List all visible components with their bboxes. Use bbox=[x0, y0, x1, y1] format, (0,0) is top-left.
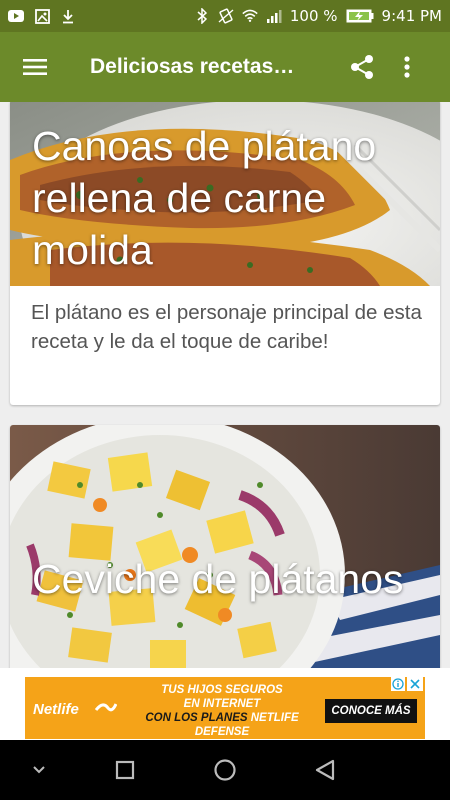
ad-line-3: CON LOS PLANES NETLIFE DEFENSE bbox=[117, 711, 327, 739]
bluetooth-icon bbox=[194, 8, 210, 24]
app-title: Deliciosas recetas… bbox=[90, 55, 295, 78]
menu-icon bbox=[23, 59, 47, 75]
ad-brand-logo: Netlife bbox=[33, 701, 79, 718]
adchoices-info-icon[interactable] bbox=[391, 677, 405, 691]
battery-icon bbox=[346, 8, 374, 24]
ad-banner[interactable]: Netlife TUS HIJOS SEGUROS EN INTERNET CO… bbox=[25, 677, 425, 739]
hide-keyboard-button[interactable] bbox=[24, 750, 54, 790]
recipe-list: Canoas de plátano rellena de carne molid… bbox=[0, 102, 450, 668]
clock: 9:41 PM bbox=[381, 7, 442, 25]
back-icon bbox=[315, 759, 335, 781]
recents-icon bbox=[115, 760, 135, 780]
more-options-button[interactable] bbox=[387, 32, 427, 102]
app-bar: Deliciosas recetas… bbox=[0, 32, 450, 102]
ad-line-2: EN INTERNET bbox=[183, 698, 261, 710]
more-vert-icon bbox=[404, 56, 410, 78]
ad-area: Netlife TUS HIJOS SEGUROS EN INTERNET CO… bbox=[0, 668, 450, 740]
wifi-icon bbox=[242, 8, 258, 24]
gallery-icon bbox=[34, 8, 50, 24]
recipe-title: Ceviche de plátanos bbox=[32, 556, 404, 602]
signal-icon bbox=[266, 8, 282, 24]
vibrate-icon bbox=[218, 8, 234, 24]
home-icon bbox=[214, 759, 236, 781]
recipe-card[interactable]: Canoas de plátano rellena de carne molid… bbox=[10, 102, 440, 405]
battery-percent: 100 % bbox=[289, 7, 338, 25]
status-right: 100 % 9:41 PM bbox=[194, 7, 442, 25]
navigation-bar bbox=[0, 740, 450, 800]
menu-button[interactable] bbox=[0, 32, 70, 102]
ad-close-icon[interactable] bbox=[407, 677, 423, 691]
back-button[interactable] bbox=[305, 750, 345, 790]
download-icon bbox=[60, 8, 76, 24]
ad-line-3-prefix: CON LOS PLANES bbox=[145, 712, 251, 724]
recipe-title: Canoas de plátano rellena de carne molid… bbox=[32, 123, 377, 273]
recipe-description: El plátano es el personaje principal de … bbox=[31, 301, 422, 353]
recents-button[interactable] bbox=[105, 750, 145, 790]
ad-cta-button[interactable]: CONOCE MÁS bbox=[325, 699, 417, 723]
recipe-card[interactable]: Ceviche de plátanos bbox=[10, 425, 440, 668]
recipe-image bbox=[10, 425, 440, 668]
share-button[interactable] bbox=[337, 32, 387, 102]
ad-brand-swoosh bbox=[95, 703, 117, 712]
youtube-icon bbox=[8, 8, 24, 24]
home-button[interactable] bbox=[205, 750, 245, 790]
status-bar: 100 % 9:41 PM bbox=[0, 0, 450, 32]
share-icon bbox=[351, 55, 373, 79]
status-left-icons bbox=[8, 8, 76, 24]
hide-keyboard-icon bbox=[33, 766, 45, 774]
ad-line-1: TUS HIJOS SEGUROS bbox=[161, 684, 283, 696]
ad-message: TUS HIJOS SEGUROS EN INTERNET CON LOS PL… bbox=[117, 683, 327, 739]
